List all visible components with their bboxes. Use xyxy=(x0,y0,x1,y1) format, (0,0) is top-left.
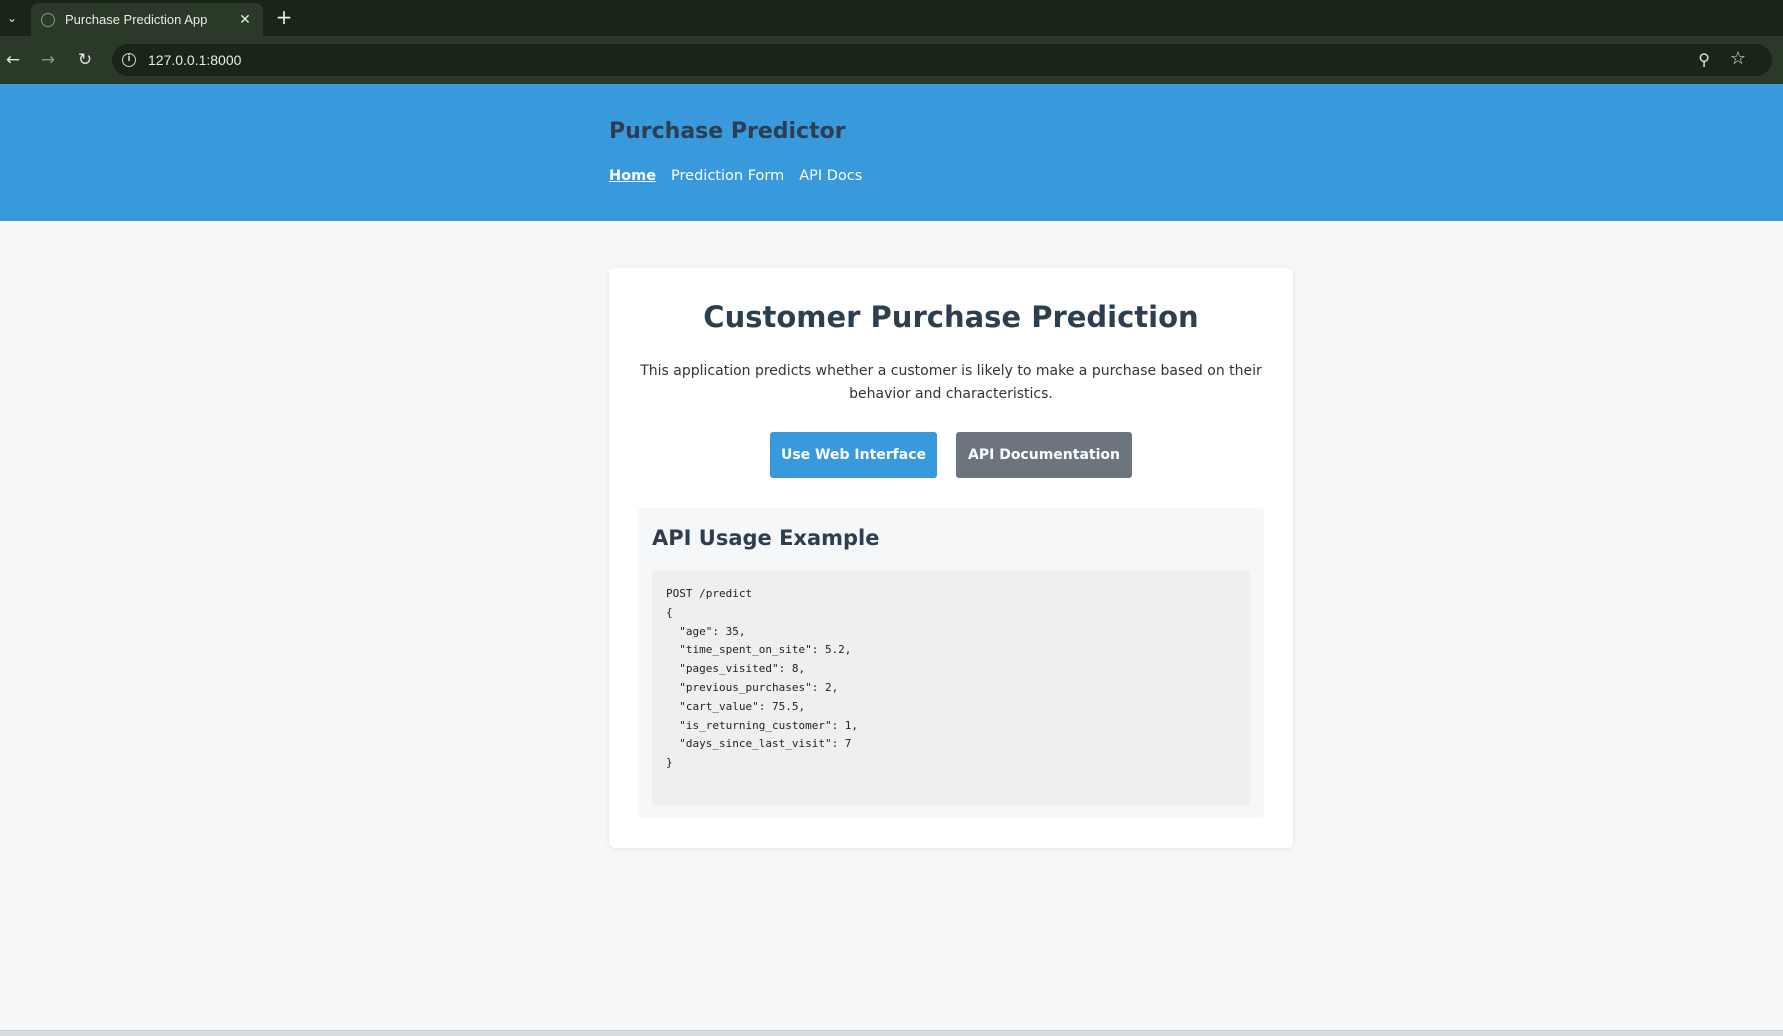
api-documentation-button[interactable]: API Documentation xyxy=(956,432,1132,478)
chevron-down-icon[interactable]: ⌄ xyxy=(0,3,24,33)
site-header: Purchase Predictor Home Prediction Form … xyxy=(0,84,1783,221)
star-icon[interactable]: ☆ xyxy=(1730,48,1746,69)
api-usage-title: API Usage Example xyxy=(652,526,880,550)
tab-title: Purchase Prediction App xyxy=(65,12,208,27)
bottom-edge xyxy=(0,1030,1783,1036)
main-nav: Home Prediction Form API Docs xyxy=(609,168,862,184)
zoom-icon[interactable]: ⚲ xyxy=(1698,50,1710,69)
browser-tab-bar: ⌄ Purchase Prediction App ✕ + xyxy=(0,0,1783,36)
address-bar[interactable]: i 127.0.0.1:8000 ⚲ ☆ xyxy=(112,44,1772,76)
plus-icon[interactable]: + xyxy=(272,6,296,30)
code-block: POST /predict { "age": 35, "time_spent_o… xyxy=(652,570,1250,806)
back-arrow-icon[interactable]: ← xyxy=(1,48,25,72)
page-title: Customer Purchase Prediction xyxy=(703,300,1199,334)
api-usage-panel: API Usage Example POST /predict { "age":… xyxy=(638,508,1264,818)
info-icon[interactable]: i xyxy=(122,53,136,67)
browser-toolbar: ← → ↻ i 127.0.0.1:8000 ⚲ ☆ xyxy=(0,36,1783,84)
browser-tab[interactable]: Purchase Prediction App ✕ xyxy=(31,3,263,36)
use-web-interface-button[interactable]: Use Web Interface xyxy=(770,432,937,478)
nav-link-home[interactable]: Home xyxy=(609,168,656,184)
code-sample: POST /predict { "age": 35, "time_spent_o… xyxy=(666,587,859,770)
nav-link-api-docs[interactable]: API Docs xyxy=(799,168,862,184)
nav-link-prediction-form[interactable]: Prediction Form xyxy=(671,168,784,184)
reload-icon[interactable]: ↻ xyxy=(73,48,97,72)
page-description: This application predicts whether a cust… xyxy=(640,363,1262,402)
brand-title: Purchase Predictor xyxy=(609,119,846,144)
close-icon[interactable]: ✕ xyxy=(237,12,253,28)
forward-arrow-icon[interactable]: → xyxy=(36,48,60,72)
main-card: Customer Purchase Prediction This applic… xyxy=(609,268,1293,848)
globe-icon xyxy=(41,12,55,27)
url-text[interactable]: 127.0.0.1:8000 xyxy=(148,52,241,68)
